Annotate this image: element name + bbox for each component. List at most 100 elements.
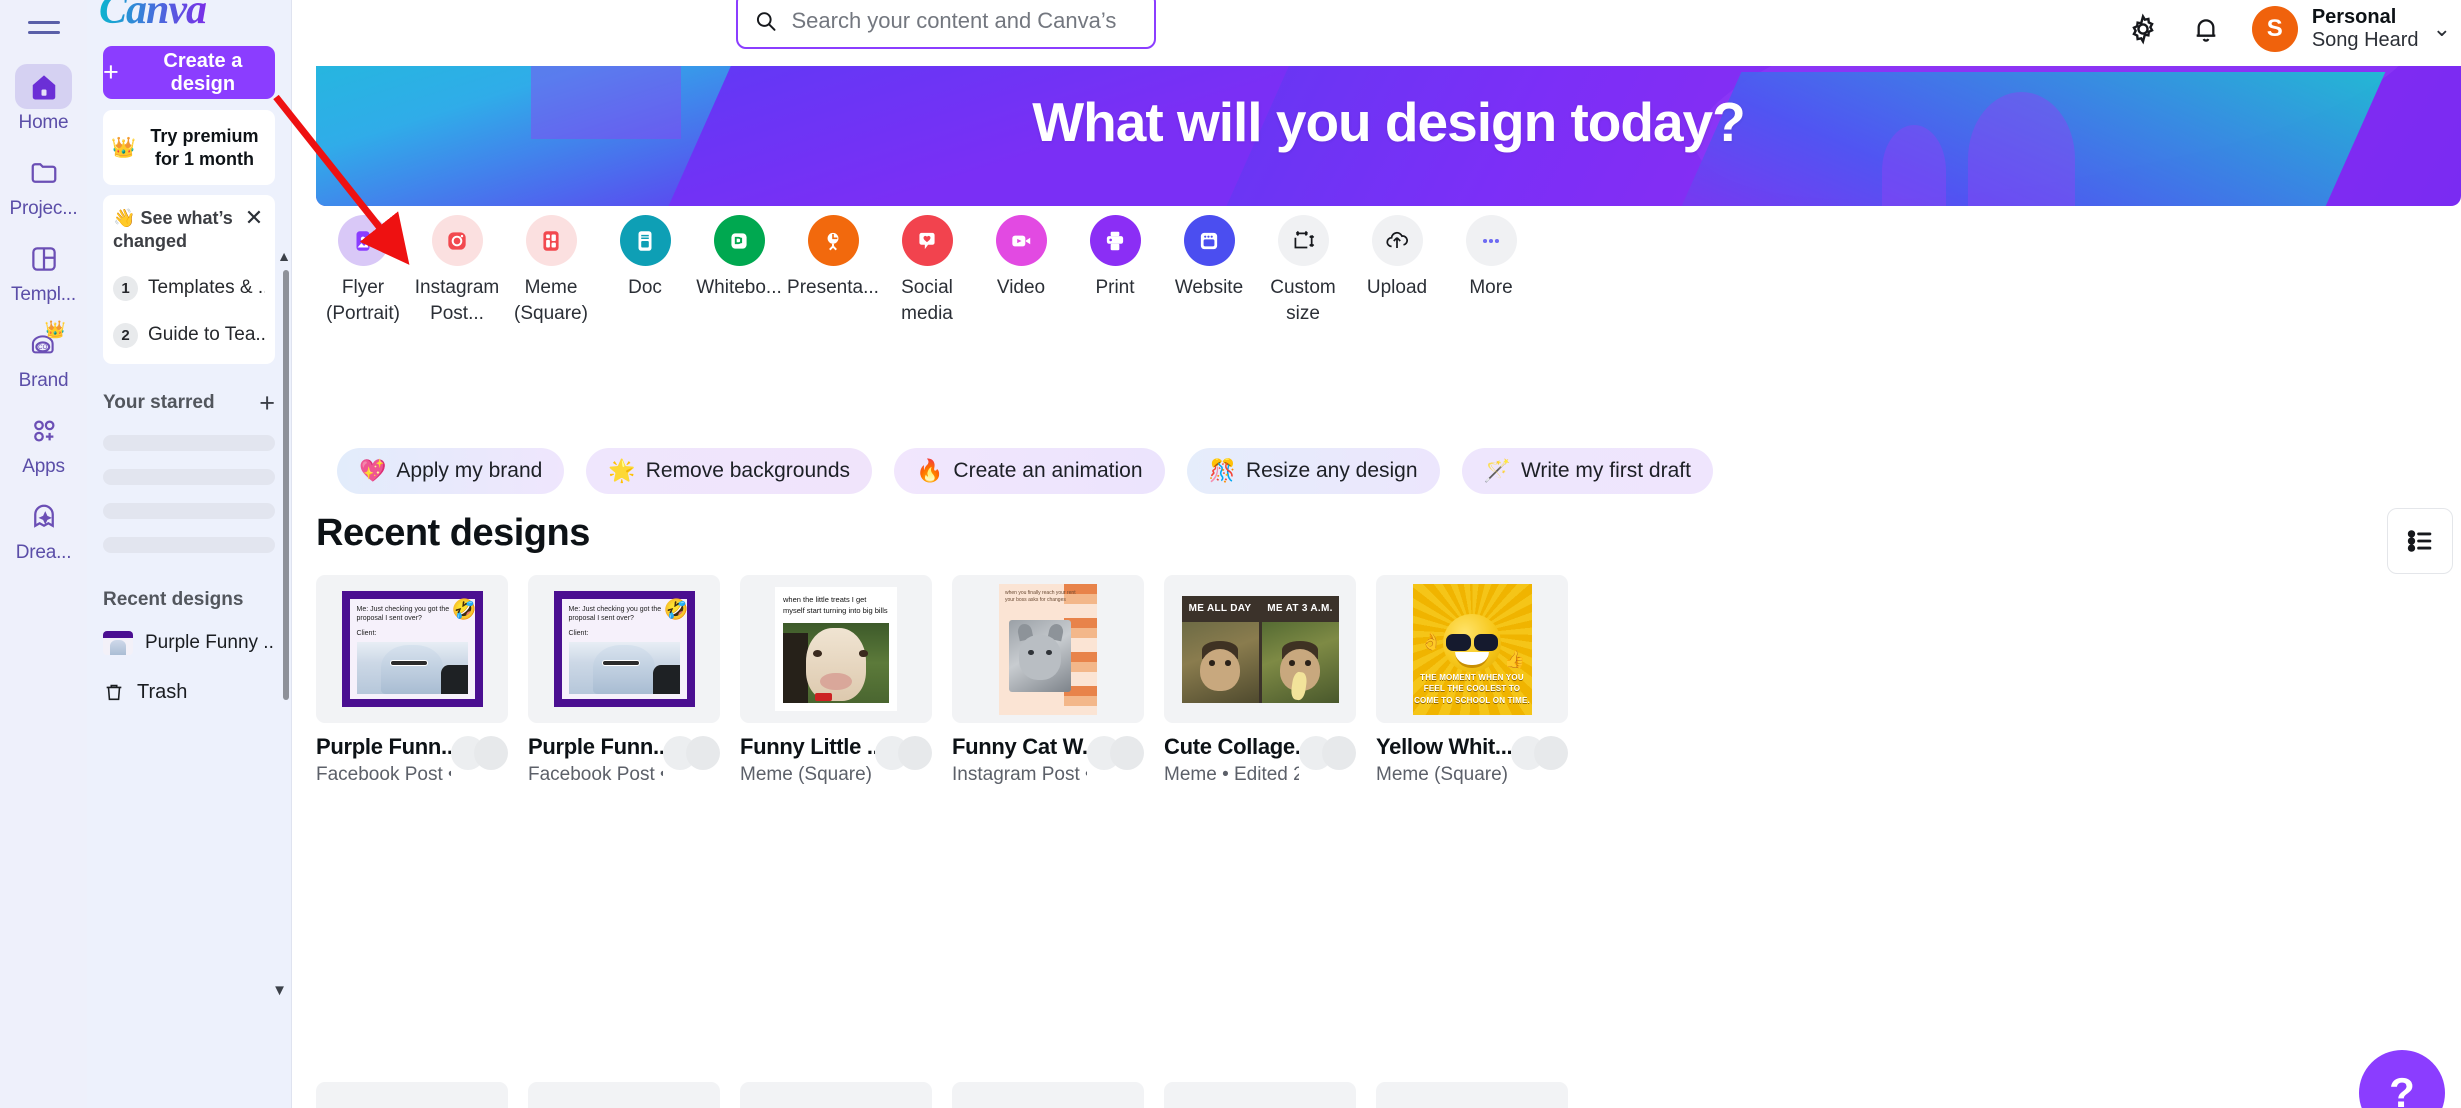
doc-icon	[619, 215, 671, 266]
design-type-whiteboard[interactable]: Whitebo...	[692, 215, 786, 301]
design-type-label: Instagram Post...	[414, 277, 500, 324]
canva-logo[interactable]: Canva	[87, 0, 291, 36]
design-card[interactable]: 👌 👍 THE MOMENT WHEN YOU FEEL THE COOLEST…	[1376, 575, 1568, 786]
design-card-placeholder[interactable]	[316, 1082, 508, 1108]
your-starred-header: Your starred +	[87, 389, 291, 417]
sidebar-item-templates[interactable]: Templ...	[0, 236, 87, 306]
sidebar-item-brand[interactable]: CO 👑 Brand	[0, 320, 87, 392]
avatar-group	[663, 736, 720, 770]
thumbs-up-emoji-icon: 👍	[1504, 649, 1526, 669]
confetti-emoji-icon: 🎊	[1208, 458, 1236, 483]
try-premium-card[interactable]: 👑 Try premium for 1 month	[103, 110, 275, 185]
account-menu[interactable]: S Personal Song Heard ⌄	[2251, 6, 2451, 52]
design-card[interactable]: when the little treats I get myself star…	[740, 575, 932, 786]
design-meta: Meme • Edited 2 months	[1164, 764, 1299, 785]
sidebar-item-label: Apps	[22, 456, 65, 477]
monkeys-collage-art: ME ALL DAY ME AT 3 A.M.	[1181, 595, 1339, 703]
design-type-doc[interactable]: Doc	[598, 215, 692, 301]
account-type: Personal	[2311, 6, 2397, 28]
design-meta: Facebook Post • Edited 2	[528, 764, 663, 785]
close-icon[interactable]: ✕	[242, 205, 266, 230]
design-meta: Instagram Post • Edited 2	[952, 764, 1087, 785]
whats-changed-card: 👋 See what’s changed ✕ 1 Templates & ...…	[103, 195, 275, 364]
add-starred-icon[interactable]: +	[259, 389, 275, 417]
design-card[interactable]: ME ALL DAY ME AT 3 A.M. Cute Collage... …	[1164, 575, 1356, 786]
whats-changed-item[interactable]: 1 Templates & ...	[113, 275, 265, 301]
design-type-social-media[interactable]: Social media	[880, 215, 974, 326]
design-type-custom-size[interactable]: Custom size	[1256, 215, 1350, 326]
pill-resize-any-design[interactable]: 🎊 Resize any design	[1186, 448, 1440, 494]
list-view-icon[interactable]	[2387, 508, 2453, 574]
yellow-smiley-art: 👌 👍 THE MOMENT WHEN YOU FEEL THE COOLEST…	[1412, 583, 1532, 715]
bell-icon[interactable]	[2190, 13, 2222, 45]
design-type-website[interactable]: Website	[1162, 215, 1256, 301]
menu-icon[interactable]	[19, 6, 69, 48]
ok-hand-emoji-icon: 👌	[1420, 631, 1442, 651]
whiteboard-icon	[713, 215, 765, 266]
design-card[interactable]: Me: Just checking you got the proposal I…	[316, 575, 508, 786]
social-media-icon	[901, 215, 953, 266]
design-card-placeholder[interactable]	[952, 1082, 1144, 1108]
help-button[interactable]: ?	[2359, 1050, 2445, 1108]
design-type-label: Flyer (Portrait)	[326, 277, 400, 324]
design-type-flyer[interactable]: Flyer (Portrait)	[316, 215, 410, 326]
recent-designs-grid: Me: Just checking you got the proposal I…	[316, 575, 2461, 786]
brand-icon: CO 👑	[15, 320, 72, 367]
avatar	[686, 736, 720, 770]
avatar	[1534, 736, 1568, 770]
whats-changed-title: 👋 See what’s changed	[113, 207, 248, 254]
gear-icon[interactable]	[2126, 12, 2160, 46]
custom-size-icon	[1277, 215, 1329, 266]
design-card-placeholder[interactable]	[1164, 1082, 1356, 1108]
scroll-up-caret-icon[interactable]: ▲	[277, 248, 291, 264]
avatar	[1110, 736, 1144, 770]
design-type-label: Print	[1095, 277, 1135, 298]
sidebar-item-label: Home	[18, 112, 69, 133]
design-type-presentation[interactable]: Presenta...	[786, 215, 880, 301]
pill-remove-backgrounds[interactable]: 🌟 Remove backgrounds	[586, 448, 872, 494]
sidebar-item-home[interactable]: Home	[0, 64, 87, 134]
design-name: Funny Little ...	[740, 734, 875, 759]
pill-write-my-first-draft[interactable]: 🪄 Write my first draft	[1461, 448, 1713, 494]
sidebar-item-apps[interactable]: Apps	[0, 408, 87, 478]
design-type-instagram-post[interactable]: Instagram Post...	[410, 215, 504, 326]
design-type-video[interactable]: Video	[974, 215, 1068, 301]
list-item[interactable]: Purple Funny ...	[87, 630, 291, 655]
laughing-emoji-icon: 🤣	[663, 599, 689, 621]
design-card-placeholder[interactable]	[1376, 1082, 1568, 1108]
design-card-placeholder[interactable]	[740, 1082, 932, 1108]
sidebar-item-projects[interactable]: Projec...	[0, 150, 87, 220]
design-type-upload[interactable]: Upload	[1350, 215, 1444, 301]
search-box[interactable]	[736, 0, 1156, 49]
wave-emoji-icon: 👋	[113, 208, 136, 228]
design-type-meme[interactable]: Meme (Square)	[504, 215, 598, 326]
design-card-placeholder[interactable]	[528, 1082, 720, 1108]
design-type-label: Upload	[1366, 277, 1428, 298]
design-type-label: Website	[1174, 277, 1244, 298]
design-card[interactable]: Me: Just checking you got the proposal I…	[528, 575, 720, 786]
design-card[interactable]: when you finally reach your rent your bo…	[952, 575, 1144, 786]
item-label: Templates & ...	[148, 277, 265, 299]
sidebar-item-dream-lab[interactable]: Drea...	[0, 494, 87, 564]
pill-apply-my-brand[interactable]: 💖 Apply my brand	[337, 448, 565, 494]
design-type-label: Video	[996, 277, 1046, 298]
pill-create-an-animation[interactable]: 🔥 Create an animation	[894, 448, 1165, 494]
chevron-down-icon: ⌄	[2432, 16, 2451, 41]
fire-emoji-icon: 🔥	[916, 458, 944, 483]
scroll-down-caret-icon[interactable]: ▼	[272, 982, 287, 999]
sidebar-item-label: Brand	[18, 370, 69, 391]
crown-icon: 👑	[111, 137, 136, 159]
sidebar-item-label: Projec...	[9, 198, 78, 219]
search-input[interactable]	[791, 7, 1138, 34]
panel-scrollbar[interactable]	[283, 270, 289, 700]
design-type-more[interactable]: More	[1444, 215, 1538, 301]
thumb-caption: when you finally reach your rent your bo…	[1005, 589, 1076, 603]
design-meta: Meme (Square) • Edited	[1376, 764, 1511, 785]
sidebar-item-trash[interactable]: Trash	[87, 681, 291, 704]
whats-changed-item[interactable]: 2 Guide to Tea...	[113, 322, 265, 348]
your-starred-title: Your starred	[103, 392, 215, 414]
design-meta: Facebook Post • Edited 2	[316, 764, 451, 785]
design-type-print[interactable]: Print	[1068, 215, 1162, 301]
create-a-design-button[interactable]: + Create a design	[103, 46, 275, 99]
skeleton-item	[103, 502, 275, 519]
